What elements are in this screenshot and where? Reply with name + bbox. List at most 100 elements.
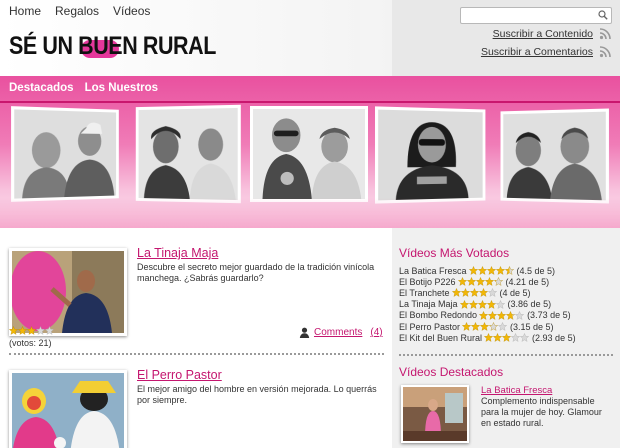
top-rated-link[interactable]: El Kit del Buen Rural: [399, 333, 482, 343]
star-icon: [511, 333, 521, 343]
search-icon[interactable]: [598, 10, 608, 20]
top-rated-heading: Vídeos Más Votados: [399, 246, 510, 260]
rating-stars: [479, 310, 525, 320]
nav-divider: [0, 101, 620, 103]
team-photo-2: [135, 104, 241, 204]
star-icon: [489, 322, 499, 331]
subscribe-comments-label: Suscribir a Comentarios: [480, 45, 593, 58]
person-icon: [299, 327, 310, 338]
star-icon: [477, 299, 487, 309]
post-divider: [9, 353, 384, 355]
rating-stars: [457, 277, 503, 287]
section-nav: Destacados Los Nuestros: [9, 82, 158, 94]
team-photo-3: [250, 106, 368, 202]
tab-los-nuestros[interactable]: Los Nuestros: [85, 82, 159, 94]
team-photo-1-image: [14, 109, 117, 199]
top-rated-item: El Perro Pastor (3.15 de 5): [399, 321, 614, 332]
team-photo-3-image: [253, 109, 365, 199]
top-nav-regalos[interactable]: Regalos: [55, 4, 99, 18]
site-logo[interactable]: SÉ UN BUEN RURAL: [9, 24, 216, 72]
star-icon: [488, 310, 498, 320]
star-icon: [486, 299, 496, 309]
subscribe-content-link[interactable]: Suscribir a Contenido: [493, 27, 612, 40]
rating-score: (2.93 de 5): [532, 332, 576, 343]
comments-count: (4): [370, 327, 383, 338]
star-icon: [468, 266, 478, 275]
rating-score: (3.73 de 5): [527, 310, 571, 321]
star-icon: [497, 310, 507, 320]
subscribe-comments-link[interactable]: Suscribir a Comentarios: [481, 45, 612, 58]
sidebar-divider: [399, 354, 613, 356]
star-icon: [471, 322, 481, 331]
rating-score: (3.15 de 5): [510, 321, 554, 332]
comments-link[interactable]: Comments (4): [299, 327, 383, 338]
featured-thumbnail-image: [403, 387, 467, 441]
sidebar: Vídeos Más Votados La Batica Fresca (4.5…: [392, 228, 620, 448]
post-description: Descubre el secreto mejor guardado de la…: [137, 262, 375, 283]
star-icon[interactable]: [9, 326, 18, 335]
star-icon[interactable]: [36, 326, 45, 335]
star-icon: [468, 299, 478, 309]
star-icon: [484, 277, 494, 287]
top-rated-item: El Bombo Redondo (3.73 de 5): [399, 310, 614, 321]
star-icon: [495, 299, 505, 309]
star-icon: [484, 333, 494, 343]
comments-label: Comments: [314, 327, 363, 338]
top-rated-link[interactable]: La Batica Fresca: [399, 266, 467, 276]
top-rated-item: La Tinaja Maja (3.86 de 5): [399, 299, 614, 310]
top-rated-link[interactable]: La Tinaja Maja: [399, 299, 458, 309]
video-thumbnail[interactable]: [9, 370, 127, 448]
team-photo-2-image: [138, 107, 238, 201]
top-nav-videos[interactable]: Vídeos: [113, 4, 150, 18]
featured-title-link[interactable]: La Batica Fresca: [481, 385, 552, 396]
star-icon[interactable]: [27, 326, 36, 335]
rating-stars: [451, 288, 497, 298]
post-description: El mejor amigo del hombre en versión mej…: [137, 384, 377, 405]
logo-text: SÉ UN BUEN RURAL: [9, 32, 216, 60]
rating-stars: [468, 266, 514, 275]
video-thumbnail-image: [12, 373, 124, 448]
rating-stars: [459, 299, 505, 309]
video-post: La Tinaja Maja Descubre el secreto mejor…: [9, 246, 384, 348]
star-icon: [480, 322, 490, 331]
post-title-link[interactable]: El Perro Pastor: [137, 368, 222, 382]
top-nav: Home Regalos Vídeos: [9, 4, 150, 18]
top-nav-home[interactable]: Home: [9, 4, 41, 18]
top-rated-link[interactable]: El Tranchete: [399, 288, 450, 298]
rating-score: (4.21 de 5): [505, 276, 550, 287]
banner-reflection: [0, 198, 620, 228]
star-icon: [466, 277, 476, 287]
team-banner: Destacados Los Nuestros: [0, 76, 620, 228]
star-icon: [460, 288, 470, 298]
top-rated-item: El Tranchete (4 de 5): [399, 287, 614, 298]
top-rated-link[interactable]: El Botijo P226: [399, 277, 456, 287]
star-icon[interactable]: [45, 326, 54, 335]
top-rated-list: La Batica Fresca (4.5 de 5) El Botijo P2…: [399, 265, 614, 343]
vote-count: (votos: 21): [9, 338, 52, 348]
star-icon: [459, 299, 469, 309]
post-title-link[interactable]: La Tinaja Maja: [137, 246, 218, 260]
top-rated-link[interactable]: El Perro Pastor: [399, 322, 460, 332]
post-rating-stars[interactable]: [9, 326, 54, 336]
star-icon: [478, 288, 488, 298]
video-thumbnail[interactable]: [9, 248, 127, 336]
star-icon: [493, 333, 503, 343]
team-photo-5-image: [503, 111, 606, 201]
top-rated-item: El Kit del Buen Rural (2.93 de 5): [399, 332, 614, 343]
top-rated-item: El Botijo P226 (4.21 de 5): [399, 276, 614, 287]
star-icon: [504, 266, 514, 275]
star-icon[interactable]: [18, 326, 27, 335]
team-photo-4: [375, 106, 486, 204]
star-icon: [486, 266, 496, 275]
star-icon: [477, 266, 487, 275]
featured-thumbnail[interactable]: [401, 385, 469, 443]
main-content: La Tinaja Maja Descubre el secreto mejor…: [0, 228, 392, 448]
subscribe-content-label: Suscribir a Contenido: [492, 27, 593, 40]
top-rated-link[interactable]: El Bombo Redondo: [399, 310, 477, 320]
star-icon: [493, 277, 503, 287]
featured-heading: Vídeos Destacados: [399, 365, 504, 379]
star-icon: [457, 277, 467, 287]
search-input[interactable]: [461, 10, 591, 26]
tab-destacados[interactable]: Destacados: [9, 82, 74, 94]
star-icon: [479, 310, 489, 320]
